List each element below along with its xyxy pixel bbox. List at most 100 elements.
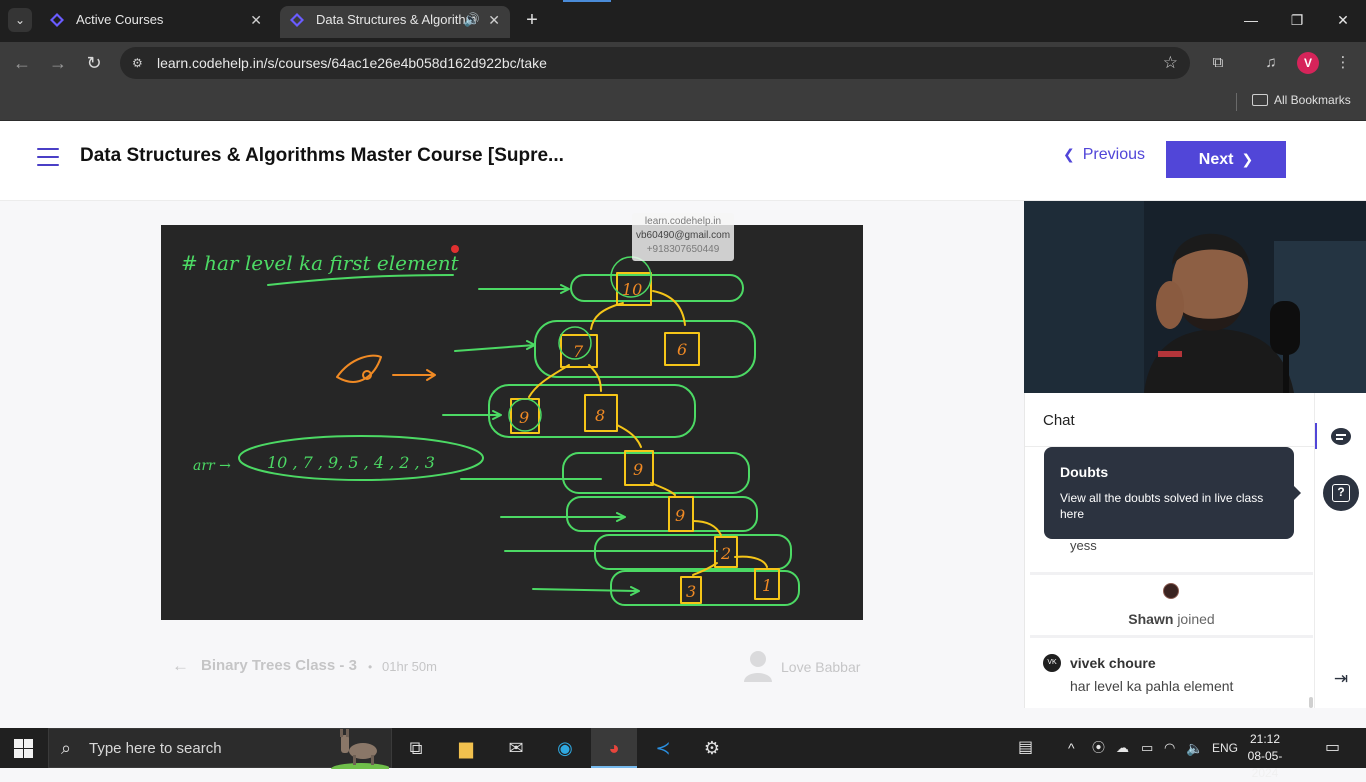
- tree-node-label: 1: [762, 576, 772, 595]
- previous-label: Previous: [1082, 146, 1145, 163]
- close-window-button[interactable]: ✕: [1328, 8, 1358, 32]
- close-tab-icon[interactable]: ✕: [488, 6, 500, 34]
- separator-dot: •: [368, 660, 373, 674]
- chat-message-text: yess: [1070, 538, 1097, 553]
- all-bookmarks-button[interactable]: All Bookmarks: [1252, 84, 1351, 116]
- next-button[interactable]: Next ❯: [1166, 141, 1286, 178]
- tab-label: Active Courses: [76, 12, 164, 27]
- forward-button[interactable]: →: [46, 51, 70, 75]
- instructor-video[interactable]: [1024, 201, 1366, 393]
- tree-node-label: 2: [720, 544, 731, 563]
- doubts-button[interactable]: ?: [1323, 475, 1359, 511]
- tree-node-label: 8: [595, 406, 605, 425]
- search-placeholder: Type here to search: [89, 740, 222, 757]
- browser-tab-bar: ⌄ Active Courses ✕ Data Structures & Alg…: [0, 0, 1366, 42]
- taskbar-clock[interactable]: 21:12 08-05-2024: [1236, 731, 1294, 782]
- chevron-right-icon: ❯: [1241, 151, 1254, 167]
- chat-message-text: har level ka pahla element: [1070, 678, 1234, 694]
- site-info-icon[interactable]: ⚙: [132, 55, 148, 71]
- language-indicator[interactable]: ENG: [1212, 728, 1238, 768]
- reload-button[interactable]: ↻: [82, 51, 106, 75]
- tab-search-button[interactable]: ⌄: [8, 8, 32, 32]
- new-tab-button[interactable]: +: [520, 8, 544, 32]
- loading-indicator: [563, 0, 611, 2]
- settings-gear-icon[interactable]: ⚙: [689, 728, 735, 768]
- webcam-icon[interactable]: ⦿: [1092, 728, 1105, 768]
- tab-label: Data Structures & Algorithm: [316, 12, 476, 27]
- all-bookmarks-label: All Bookmarks: [1274, 93, 1351, 107]
- watermark-phone: +918307650449: [646, 244, 720, 255]
- avatar: [1163, 583, 1179, 599]
- chevron-left-icon: ❮: [1063, 146, 1075, 162]
- next-label: Next: [1198, 151, 1234, 168]
- hamburger-menu-icon[interactable]: [37, 148, 59, 166]
- browser-toolbar: ← → ↻ ⚙ learn.codehelp.in/s/courses/64ac…: [0, 42, 1366, 84]
- question-icon: ?: [1332, 484, 1350, 502]
- restore-button[interactable]: ❐: [1282, 8, 1312, 32]
- active-tab-indicator: [1315, 423, 1317, 449]
- edge-browser-icon[interactable]: ◉: [542, 728, 588, 768]
- news-widget-icon[interactable]: ▤: [1018, 728, 1033, 768]
- battery-icon[interactable]: ▭: [1141, 728, 1153, 768]
- chat-scrollbar[interactable]: [1309, 697, 1313, 708]
- chat-bubble-icon[interactable]: [1331, 428, 1351, 445]
- bookmark-star-icon[interactable]: ☆: [1163, 47, 1178, 79]
- tree-node-label: 10: [622, 280, 642, 299]
- instructor-name: Love Babbar: [781, 659, 861, 675]
- url-text[interactable]: learn.codehelp.in/s/courses/64ac1e26e4b0…: [157, 47, 547, 79]
- side-rail: ? ⇥: [1314, 393, 1366, 708]
- extensions-icon[interactable]: ⧉: [1206, 51, 1230, 75]
- volume-icon[interactable]: 🔈: [1186, 728, 1203, 768]
- instructor-avatar-icon: [744, 651, 772, 682]
- exit-icon[interactable]: ⇥: [1331, 669, 1351, 689]
- vscode-icon[interactable]: ≺: [640, 728, 686, 768]
- tree-node-label: 9: [675, 506, 685, 525]
- menu-icon[interactable]: ⋮: [1331, 51, 1355, 75]
- lesson-info-row[interactable]: ← Binary Trees Class - 3 • 01hr 50m Love…: [172, 651, 862, 684]
- chat-message-author: vivek choure: [1070, 655, 1156, 671]
- address-bar[interactable]: ⚙ learn.codehelp.in/s/courses/64ac1e26e4…: [120, 47, 1190, 79]
- bookmarks-bar: All Bookmarks: [0, 84, 1366, 121]
- search-icon: ⌕: [61, 738, 72, 758]
- join-notification: Shawn joined: [1030, 572, 1313, 638]
- task-view-icon[interactable]: ⧉: [393, 728, 439, 768]
- close-tab-icon[interactable]: ✕: [250, 6, 262, 34]
- windows-taskbar: ⌕ Type here to search ⧉ ▆ ✉ ◉ ◕ ≺ ⚙ ▤ ^ …: [0, 728, 1366, 780]
- doubts-tooltip: Doubts View all the doubts solved in liv…: [1044, 447, 1301, 539]
- lesson-content: # har level ka first element arr → 10 , …: [0, 202, 1024, 708]
- donkey-illustration-icon: [331, 729, 389, 769]
- profile-avatar[interactable]: V: [1297, 52, 1319, 74]
- array-label: arr →: [193, 458, 231, 474]
- join-username: Shawn: [1128, 611, 1174, 627]
- media-control-icon[interactable]: ♫: [1259, 51, 1283, 75]
- join-suffix: joined: [1177, 611, 1215, 627]
- back-button[interactable]: ←: [10, 51, 34, 75]
- minimize-button[interactable]: —: [1236, 8, 1266, 32]
- chevron-up-icon[interactable]: ^: [1068, 728, 1075, 768]
- codehelp-favicon-icon: [50, 13, 64, 27]
- tab-dsa-course[interactable]: Data Structures & Algorithm 🔊 ✕: [280, 6, 510, 38]
- codehelp-favicon-icon: [290, 13, 304, 27]
- chat-panel: Chat: [1024, 393, 1315, 708]
- whiteboard-video[interactable]: # har level ka first element arr → 10 , …: [161, 225, 863, 620]
- notification-icon[interactable]: ▭: [1325, 728, 1340, 768]
- wifi-icon[interactable]: ◠: [1164, 728, 1175, 768]
- tree-node-label: 6: [677, 340, 687, 359]
- windows-start-icon[interactable]: [14, 739, 33, 758]
- chrome-browser-icon[interactable]: ◕: [591, 728, 637, 768]
- tab-active-courses[interactable]: Active Courses ✕: [40, 6, 272, 38]
- onedrive-icon[interactable]: ☁: [1116, 728, 1129, 768]
- tree-node-label: 9: [633, 460, 643, 479]
- file-explorer-icon[interactable]: ▆: [443, 728, 489, 768]
- bookmarks-divider: [1236, 93, 1237, 111]
- whiteboard-drawing: # har level ka first element arr → 10 , …: [181, 245, 800, 606]
- taskbar-search-box[interactable]: ⌕ Type here to search: [48, 728, 392, 769]
- previous-button[interactable]: ❮ Previous: [1063, 146, 1145, 164]
- mail-icon[interactable]: ✉: [493, 728, 539, 768]
- chat-title: Chat: [1043, 412, 1075, 429]
- tree-node-label: 3: [686, 582, 696, 601]
- clock-date: 08-05-2024: [1247, 749, 1283, 780]
- instructor-video-frame: [1024, 201, 1366, 393]
- tree-node-label: 7: [573, 342, 584, 361]
- speaker-icon[interactable]: 🔊: [464, 6, 480, 34]
